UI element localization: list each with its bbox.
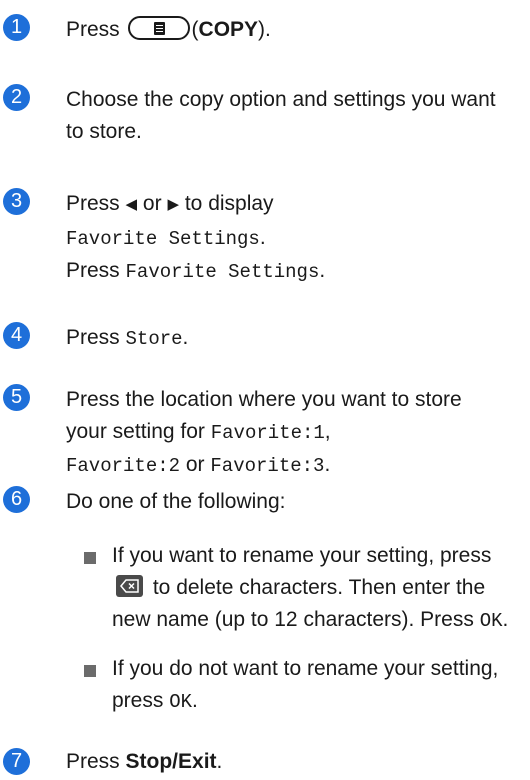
right-triangle-icon: ▶ xyxy=(167,196,179,213)
left-triangle-icon: ◀ xyxy=(125,196,138,213)
copy-document-icon xyxy=(153,22,165,36)
step-number-badge: 4 xyxy=(3,322,30,349)
step-number-badge: 2 xyxy=(3,84,30,111)
step-number-badge: 5 xyxy=(3,384,30,411)
step-text: Press the location where you want to sto… xyxy=(66,388,462,477)
list-item: If you do not want to rename your settin… xyxy=(84,653,514,718)
step-text: Do one of the following: xyxy=(66,490,286,513)
step-number-badge: 3 xyxy=(3,188,30,215)
backspace-icon xyxy=(116,575,143,598)
step-number-badge: 7 xyxy=(3,748,30,775)
list-item: If you want to rename your setting, pres… xyxy=(84,540,514,637)
step-text: Press Store. xyxy=(66,326,189,350)
bullet-icon xyxy=(84,552,96,564)
bullet-icon xyxy=(84,665,96,677)
option-list: If you want to rename your setting, pres… xyxy=(84,540,514,718)
step-text: Press (COPY). xyxy=(66,16,271,41)
step-text: Choose the copy option and settings you … xyxy=(66,88,496,143)
step-number-badge: 1 xyxy=(3,14,30,41)
step-text: Press Stop/Exit. xyxy=(66,750,223,773)
copy-key-icon xyxy=(127,16,190,41)
step-text: Press ◀ or ▶ to display Favorite Setting… xyxy=(66,188,506,288)
step-number-badge: 6 xyxy=(3,486,30,513)
